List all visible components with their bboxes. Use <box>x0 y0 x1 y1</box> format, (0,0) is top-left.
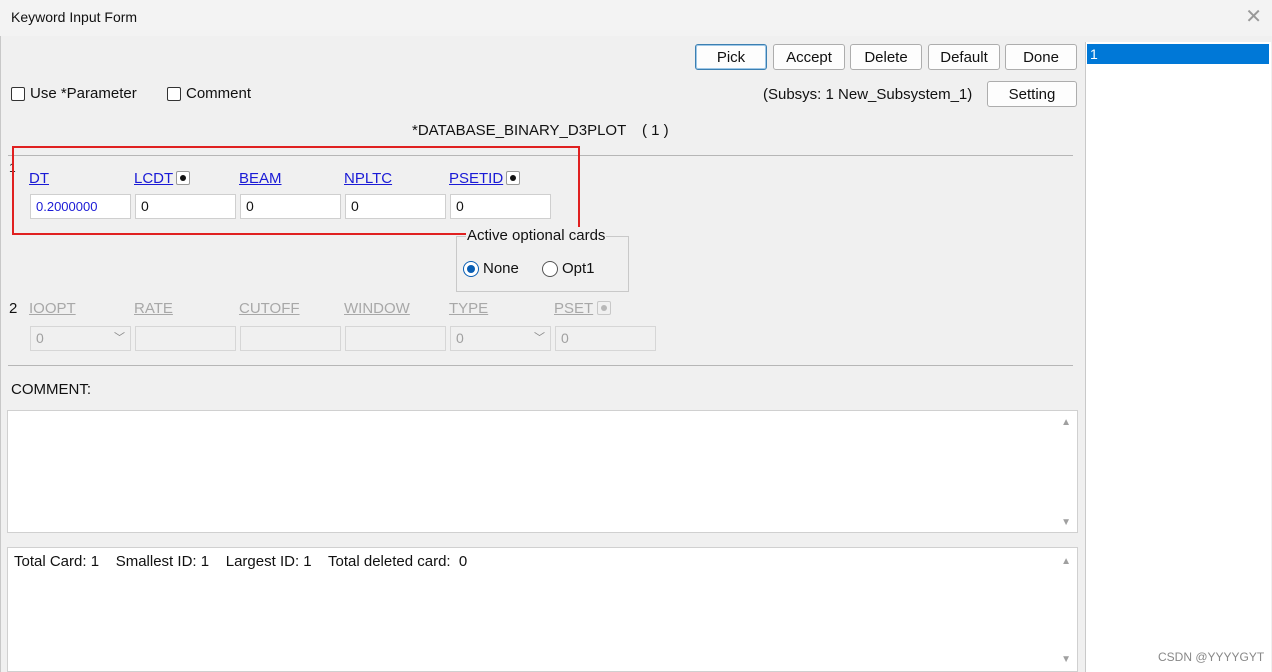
title-bar: Keyword Input Form ✕ <box>0 0 1272 36</box>
keyword-count: ( 1 ) <box>642 122 669 139</box>
radio-opt1-label: Opt1 <box>562 260 595 277</box>
close-icon[interactable]: ✕ <box>1245 6 1262 28</box>
accept-button[interactable]: Accept <box>773 44 845 70</box>
comment-label: COMMENT: <box>11 381 91 398</box>
window-border <box>0 36 1 672</box>
comment-checkbox-label: Comment <box>186 85 252 102</box>
scroll-down-icon[interactable]: ▼ <box>1061 517 1071 528</box>
rate-input <box>135 326 236 351</box>
status-summary: Total Card: 1 Smallest ID: 1 Largest ID:… <box>14 553 468 570</box>
watermark: CSDN @YYYYGYT <box>1158 650 1265 664</box>
scroll-down-icon[interactable]: ▼ <box>1061 654 1071 665</box>
chevron-down-icon: ﹀ <box>534 332 545 344</box>
field-label-window: WINDOW <box>344 300 410 317</box>
subsystem-label: (Subsys: 1 New_Subsystem_1) <box>763 86 973 103</box>
field-label-ioopt: IOOPT <box>29 300 76 317</box>
card-2-row-label: 2 <box>9 300 18 317</box>
window-title: Keyword Input Form <box>11 9 138 25</box>
highlight-annotation <box>12 146 580 235</box>
field-label-pset: PSET <box>554 300 594 317</box>
ioopt-value: 0 <box>36 330 44 346</box>
scroll-up-icon[interactable]: ▲ <box>1061 556 1071 567</box>
setting-button[interactable]: Setting <box>987 81 1077 107</box>
field-label-type: TYPE <box>449 300 489 317</box>
id-list-panel[interactable] <box>1085 42 1271 672</box>
id-list-item[interactable]: 1 <box>1087 44 1269 64</box>
checkbox-box[interactable] <box>11 86 25 101</box>
delete-button[interactable]: Delete <box>850 44 922 70</box>
optional-cards-title: Active optional cards <box>466 227 607 244</box>
default-button[interactable]: Default <box>928 44 1000 70</box>
window-input <box>345 326 446 351</box>
radio-none[interactable]: None <box>463 260 519 277</box>
radio-unselected-icon[interactable] <box>542 260 558 277</box>
radio-opt1[interactable]: Opt1 <box>542 260 595 277</box>
pset-input: 0 <box>555 326 656 351</box>
use-parameter-checkbox[interactable]: Use *Parameter <box>11 85 137 102</box>
comment-textarea[interactable]: ▲ ▼ <box>7 410 1078 533</box>
pset-pick-icon <box>597 301 611 315</box>
type-select: 0 ﹀ <box>450 326 551 351</box>
type-value: 0 <box>456 330 464 346</box>
chevron-down-icon: ﹀ <box>114 332 125 344</box>
done-button[interactable]: Done <box>1005 44 1077 70</box>
radio-none-label: None <box>483 260 519 277</box>
field-label-cutoff: CUTOFF <box>239 300 300 317</box>
use-parameter-label: Use *Parameter <box>30 85 137 102</box>
scroll-up-icon[interactable]: ▲ <box>1061 417 1071 428</box>
field-label-rate: RATE <box>134 300 173 317</box>
comment-checkbox[interactable]: Comment <box>167 85 251 102</box>
radio-selected-icon[interactable] <box>463 260 479 277</box>
divider <box>8 365 1073 366</box>
cutoff-input <box>240 326 341 351</box>
keyword-name: *DATABASE_BINARY_D3PLOT <box>412 122 627 139</box>
pick-button[interactable]: Pick <box>695 44 767 70</box>
ioopt-select: 0 ﹀ <box>30 326 131 351</box>
checkbox-box[interactable] <box>167 86 181 101</box>
